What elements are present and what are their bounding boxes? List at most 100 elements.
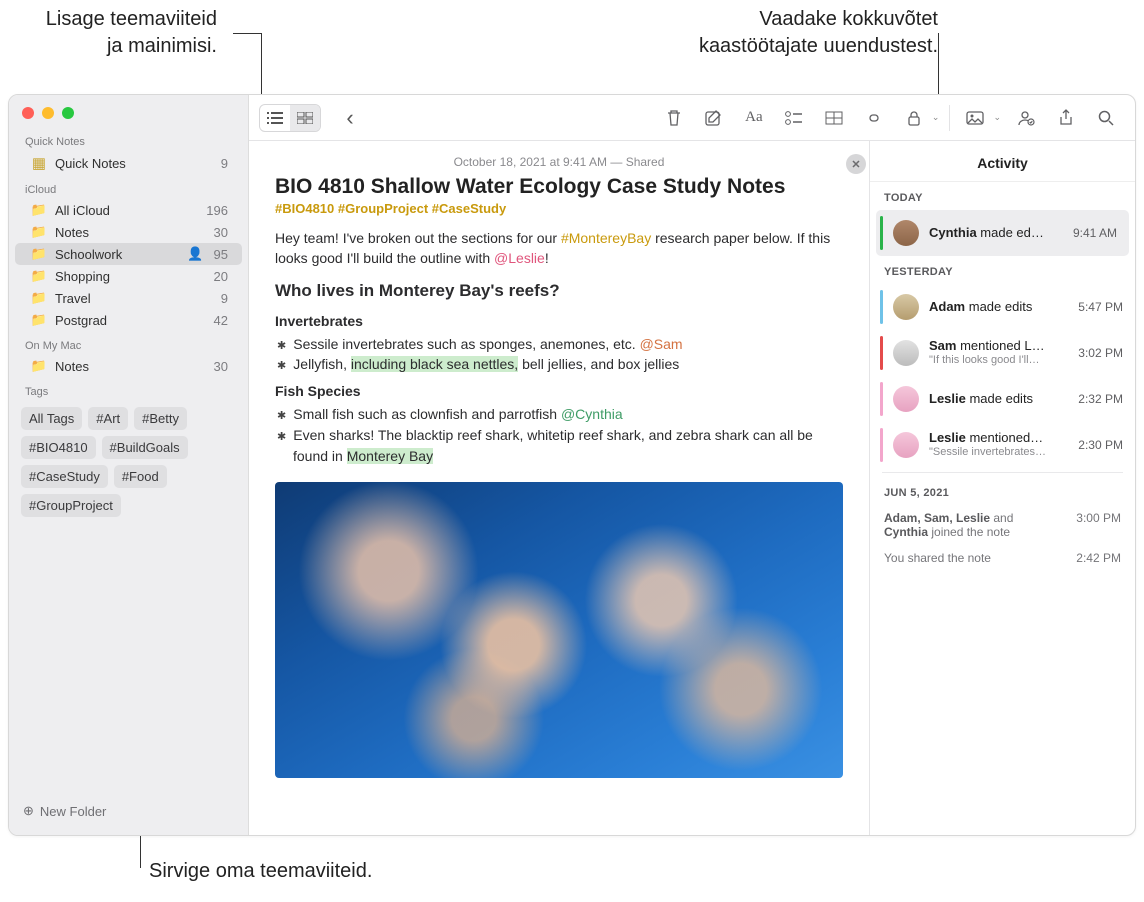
tag-pill[interactable]: #Art	[88, 407, 128, 430]
tag-pill[interactable]: #CaseStudy	[21, 465, 108, 488]
section-quick-notes: Quick Notes	[9, 127, 248, 151]
checklist-icon	[785, 111, 803, 125]
close-activity-button[interactable]: ✕	[846, 154, 866, 174]
note-image-jellyfish	[275, 482, 843, 778]
sidebar-item-count: 9	[221, 291, 228, 306]
sidebar-item-all-icloud[interactable]: 📁All iCloud196	[15, 199, 242, 221]
tag-pill[interactable]: #GroupProject	[21, 494, 121, 517]
tag-pill[interactable]: All Tags	[21, 407, 82, 430]
trash-icon	[666, 109, 682, 127]
list-item: Sessile invertebrates such as sponges, a…	[293, 334, 843, 355]
highlighted-text: Monterey Bay	[347, 448, 433, 464]
activity-section-yesterday: YESTERDAY	[870, 256, 1135, 284]
table-button[interactable]	[819, 105, 849, 131]
format-button[interactable]: Aa	[739, 105, 769, 131]
back-button[interactable]: ‹	[335, 105, 365, 131]
activity-item[interactable]: Leslie made edits2:32 PM	[870, 376, 1135, 422]
app-window: Quick Notes ▦ Quick Notes 9 iCloud 📁All …	[8, 94, 1136, 836]
sidebar-item-postgrad[interactable]: 📁Postgrad42	[15, 309, 242, 331]
list-item: Small fish such as clownfish and parrotf…	[293, 404, 843, 425]
mention-leslie[interactable]: @Leslie	[494, 250, 545, 266]
list-invertebrates: Sessile invertebrates such as sponges, a…	[275, 334, 843, 376]
sidebar-item-count: 9	[221, 156, 228, 171]
new-note-button[interactable]	[699, 105, 729, 131]
heading-fish-species: Fish Species	[275, 381, 843, 401]
note-title: BIO 4810 Shallow Water Ecology Case Stud…	[275, 175, 843, 199]
note-tags: #BIO4810 #GroupProject #CaseStudy	[275, 201, 843, 216]
collaborate-button[interactable]	[1011, 105, 1041, 131]
folder-icon: 📁	[31, 358, 47, 374]
tag-pill[interactable]: #Betty	[134, 407, 187, 430]
table-icon	[825, 111, 843, 125]
chevron-down-icon[interactable]: ⌄	[932, 112, 940, 123]
sidebar-item-count: 30	[214, 359, 228, 374]
sidebar-item-schoolwork[interactable]: 📁Schoolwork👤95	[15, 243, 242, 265]
avatar	[893, 294, 919, 320]
avatar	[893, 386, 919, 412]
search-button[interactable]	[1091, 105, 1121, 131]
photo-icon	[966, 111, 984, 125]
link-button[interactable]	[859, 105, 889, 131]
sidebar-item-travel[interactable]: 📁Travel9	[15, 287, 242, 309]
tag-pill[interactable]: #BuildGoals	[102, 436, 188, 459]
section-tags: Tags	[9, 377, 248, 401]
chevron-down-icon[interactable]: ⌄	[993, 112, 1001, 123]
activity-time: 2:30 PM	[1078, 438, 1123, 452]
activity-title: Activity	[977, 155, 1028, 171]
divider	[882, 472, 1123, 473]
sidebar-item-count: 42	[214, 313, 228, 328]
sidebar-item-shopping[interactable]: 📁Shopping20	[15, 265, 242, 287]
activity-item[interactable]: Adam made edits5:47 PM	[870, 284, 1135, 330]
sidebar-item-notes[interactable]: 📁Notes30	[15, 221, 242, 243]
close-window-button[interactable]	[22, 107, 34, 119]
activity-color-bar	[880, 428, 883, 462]
activity-text: Leslie made edits	[929, 391, 1068, 407]
activity-item[interactable]: Leslie mentioned…"Sessile invertebrates……	[870, 422, 1135, 468]
mention-sam[interactable]: @Sam	[640, 336, 683, 352]
text: bell jellies, and box jellies	[518, 356, 679, 372]
activity-item[interactable]: Adam, Sam, Leslie and Cynthia joined the…	[870, 505, 1135, 545]
tags-area: All Tags #Art #Betty #BIO4810 #BuildGoals #Ca…	[9, 401, 248, 523]
mention-cynthia[interactable]: @Cynthia	[561, 406, 623, 422]
note-body[interactable]: Hey team! I've broken out the sections f…	[275, 228, 843, 778]
plus-circle-icon: ⊕	[23, 803, 34, 819]
sidebar-item-label: Notes	[55, 225, 206, 240]
search-icon	[1098, 110, 1114, 126]
text: Sessile invertebrates such as sponges, a…	[293, 336, 639, 352]
tag-pill[interactable]: #Food	[114, 465, 167, 488]
folder-icon: 📁	[31, 202, 47, 218]
activity-section-jun5: JUN 5, 2021	[870, 477, 1135, 505]
sidebar-item-label: Notes	[55, 359, 206, 374]
person-badge-icon	[1017, 110, 1035, 126]
tag-pill[interactable]: #BIO4810	[21, 436, 96, 459]
minimize-window-button[interactable]	[42, 107, 54, 119]
activity-text: Adam made edits	[929, 299, 1068, 315]
gallery-view-button[interactable]	[290, 105, 320, 131]
activity-item[interactable]: Sam mentioned L…"If this looks good I'll…	[870, 330, 1135, 376]
media-button[interactable]	[960, 105, 990, 131]
list-item: Even sharks! The blacktip reef shark, wh…	[293, 425, 843, 466]
sidebar-item-quick-notes[interactable]: ▦ Quick Notes 9	[15, 151, 242, 175]
new-folder-button[interactable]: ⊕ New Folder	[9, 793, 248, 829]
heading-invertebrates: Invertebrates	[275, 311, 843, 331]
hashtag[interactable]: #MontereyBay	[561, 230, 651, 246]
checklist-button[interactable]	[779, 105, 809, 131]
activity-text: Sam mentioned L…"If this looks good I'll…	[929, 338, 1068, 368]
delete-button[interactable]	[659, 105, 689, 131]
activity-item[interactable]: You shared the note2:42 PM	[870, 545, 1135, 571]
lock-icon	[907, 110, 921, 126]
list-view-button[interactable]	[260, 105, 290, 131]
sidebar-item-on-my-mac-notes[interactable]: 📁 Notes 30	[15, 355, 242, 377]
callout-line-left-h	[233, 33, 261, 34]
activity-panel: ✕ Activity TODAY Cynthia made ed…9:41 AM…	[869, 141, 1135, 835]
activity-text: Cynthia made ed…	[929, 225, 1063, 241]
main-area: ‹ Aa ⌄	[249, 95, 1135, 835]
list-item: Jellyfish, including black sea nettles, …	[293, 354, 843, 375]
window-controls	[9, 95, 248, 127]
activity-time: 3:02 PM	[1078, 346, 1123, 360]
text: Small fish such as clownfish and parrotf…	[293, 406, 561, 422]
fullscreen-window-button[interactable]	[62, 107, 74, 119]
lock-button[interactable]	[899, 105, 929, 131]
share-button[interactable]	[1051, 105, 1081, 131]
activity-item[interactable]: Cynthia made ed…9:41 AM	[876, 210, 1129, 256]
